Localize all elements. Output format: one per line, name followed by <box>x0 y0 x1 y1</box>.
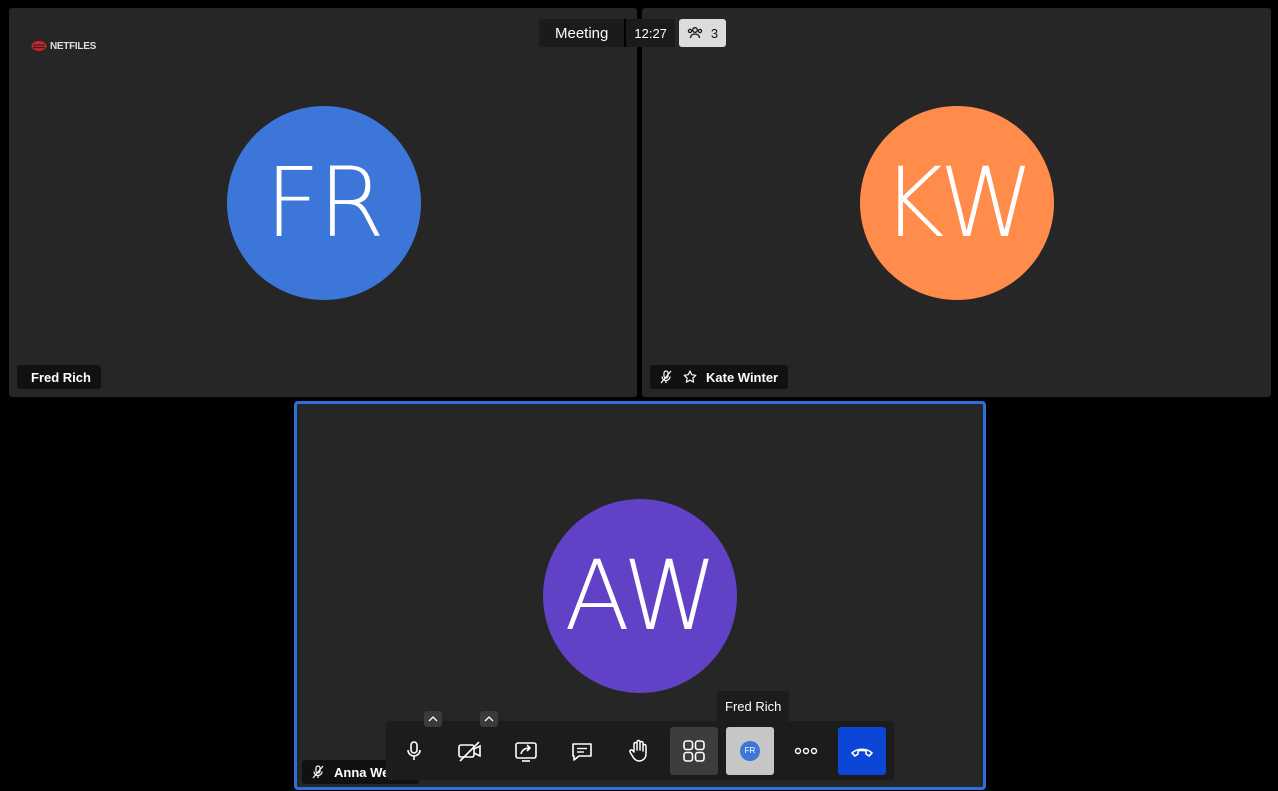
hangup-icon <box>851 747 873 757</box>
participant-tile-fred-rich[interactable]: NETFILES FR Fred Rich <box>9 8 637 397</box>
chevron-up-icon <box>428 715 438 721</box>
camera-off-icon <box>458 740 481 762</box>
call-toolbar: FR <box>386 710 894 780</box>
participant-tile-kate-winter[interactable]: KW Kate Winter <box>642 8 1271 397</box>
video-settings-button[interactable] <box>480 710 498 727</box>
more-options-button[interactable] <box>782 727 830 775</box>
raise-hand-icon <box>629 739 647 762</box>
tile-view-icon <box>683 739 705 762</box>
camera-button[interactable] <box>446 710 498 775</box>
participant-name: Anna We <box>334 764 390 780</box>
netfiles-logo: NETFILES <box>31 40 96 52</box>
meeting-timer: 12:27 <box>624 19 675 47</box>
avatar-fred-rich: FR <box>227 106 421 300</box>
avatar-kate-winter: KW <box>860 106 1054 300</box>
chevron-up-icon <box>484 715 494 721</box>
microphone-icon <box>407 740 421 760</box>
hangup-button[interactable] <box>838 726 886 775</box>
share-screen-button[interactable] <box>502 727 550 775</box>
participant-name: Fred Rich <box>31 369 91 385</box>
self-avatar: FR <box>740 740 760 761</box>
share-screen-icon <box>515 741 537 762</box>
chat-button[interactable] <box>558 727 606 775</box>
raise-hand-button[interactable] <box>614 727 662 775</box>
participant-name: Kate Winter <box>706 369 779 385</box>
moderator-star-icon <box>683 370 697 383</box>
self-view-button[interactable]: FR <box>726 726 774 775</box>
meeting-title: Meeting <box>539 19 625 47</box>
logo-text: NETFILES <box>50 40 96 52</box>
participants-count-button[interactable]: 3 <box>678 19 727 47</box>
mic-muted-icon <box>312 765 324 779</box>
avatar-anna-we: AW <box>543 499 737 693</box>
mic-muted-icon <box>660 370 672 384</box>
participants-count: 3 <box>710 25 719 41</box>
audio-settings-button[interactable] <box>424 710 442 727</box>
more-icon <box>794 747 818 754</box>
meeting-header: Meeting 12:27 3 <box>539 19 727 47</box>
tile-view-button[interactable] <box>670 726 718 775</box>
nametag-fred-rich: Fred Rich <box>17 365 101 389</box>
microphone-button[interactable] <box>390 710 442 775</box>
chat-icon <box>572 742 592 761</box>
self-tooltip: Fred Rich <box>717 691 790 721</box>
netfiles-logo-icon <box>31 41 47 51</box>
participants-icon <box>687 27 703 39</box>
nametag-kate-winter: Kate Winter <box>650 365 789 389</box>
